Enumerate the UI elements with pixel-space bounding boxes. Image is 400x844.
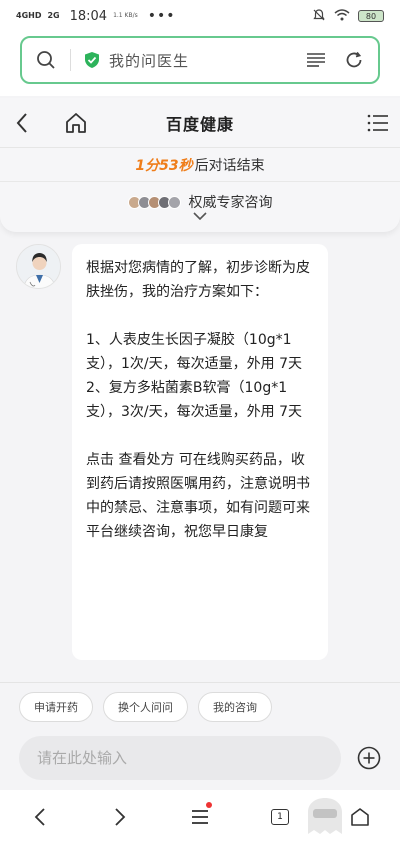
reader-mode-icon[interactable] — [298, 38, 334, 82]
expert-avatars — [127, 195, 181, 209]
home-icon — [351, 808, 369, 826]
nav-forward-button[interactable] — [90, 792, 150, 842]
battery-indicator: 80 — [358, 10, 384, 22]
wifi-icon — [334, 8, 350, 24]
shield-check-icon — [85, 52, 99, 68]
expert-row: 权威专家咨询 — [127, 192, 273, 212]
nav-back-button[interactable] — [10, 792, 70, 842]
back-button[interactable] — [0, 98, 44, 148]
url-box[interactable]: 我的问医生 — [20, 36, 380, 84]
expert-avatar — [167, 195, 181, 209]
search-icon[interactable] — [22, 38, 70, 82]
nav-tabs-button[interactable]: 1 — [250, 792, 310, 842]
plus-circle-icon — [357, 746, 381, 770]
browser-bottom-nav: 1 — [0, 790, 400, 844]
status-right: 80 — [312, 8, 384, 25]
page-header: 百度健康 — [0, 98, 400, 148]
tab-count: 1 — [271, 809, 289, 825]
message-input[interactable] — [19, 736, 341, 780]
menu-button[interactable] — [356, 98, 400, 148]
my-consultations-chip[interactable]: 我的咨询 — [198, 691, 272, 722]
mute-icon — [312, 8, 326, 25]
timer-value: 1分53秒 — [135, 157, 193, 174]
url-divider — [70, 49, 71, 71]
expert-label: 权威专家咨询 — [188, 195, 273, 211]
request-prescription-chip[interactable]: 申请开药 — [19, 691, 93, 722]
input-row — [0, 730, 400, 786]
network-2g-indicator: 2G — [47, 11, 60, 20]
doctor-avatar[interactable] — [16, 244, 61, 289]
quick-actions: 申请开药 换个人问问 我的咨询 — [0, 682, 400, 730]
browser-bar: 我的问医生 — [0, 32, 400, 96]
refresh-icon[interactable] — [334, 38, 374, 82]
status-time: 18:04 — [69, 8, 108, 24]
status-left: 4GHD 2G 18:04 1.1 KB/s ••• — [16, 8, 176, 24]
list-icon — [367, 114, 388, 131]
status-bar: 4GHD 2G 18:04 1.1 KB/s ••• 80 — [0, 0, 400, 32]
doctor-message-bubble: 根据对您病情的了解，初步诊断为皮肤挫伤，我的治疗方案如下： 1、人表皮生长因子凝… — [72, 244, 328, 660]
session-timer: 1分53秒 后对话结束 — [0, 148, 400, 182]
chevron-right-icon — [115, 808, 126, 826]
timer-suffix: 后对话结束 — [194, 157, 265, 174]
network-4g-indicator: 4GHD — [16, 11, 42, 20]
network-speed: 1.1 KB/s — [113, 12, 138, 19]
chevron-down-icon — [193, 212, 207, 220]
chevron-left-icon — [34, 808, 45, 826]
home-icon — [66, 112, 86, 133]
add-button[interactable] — [357, 746, 381, 770]
expert-consult-banner[interactable]: 权威专家咨询 — [0, 182, 400, 232]
hamburger-menu-icon — [192, 810, 208, 824]
chat-area: 根据对您病情的了解，初步诊断为皮肤挫伤，我的治疗方案如下： 1、人表皮生长因子凝… — [0, 236, 400, 680]
doctor-avatar-image — [17, 245, 60, 288]
nav-menu-button[interactable] — [170, 792, 230, 842]
more-notifications-icon: ••• — [147, 8, 176, 24]
notification-dot — [206, 802, 212, 808]
home-button[interactable] — [54, 98, 98, 148]
nav-home-button[interactable] — [330, 792, 390, 842]
chevron-left-icon — [16, 112, 27, 133]
url-text[interactable]: 我的问医生 — [109, 50, 189, 71]
change-doctor-chip[interactable]: 换个人问问 — [103, 691, 188, 722]
